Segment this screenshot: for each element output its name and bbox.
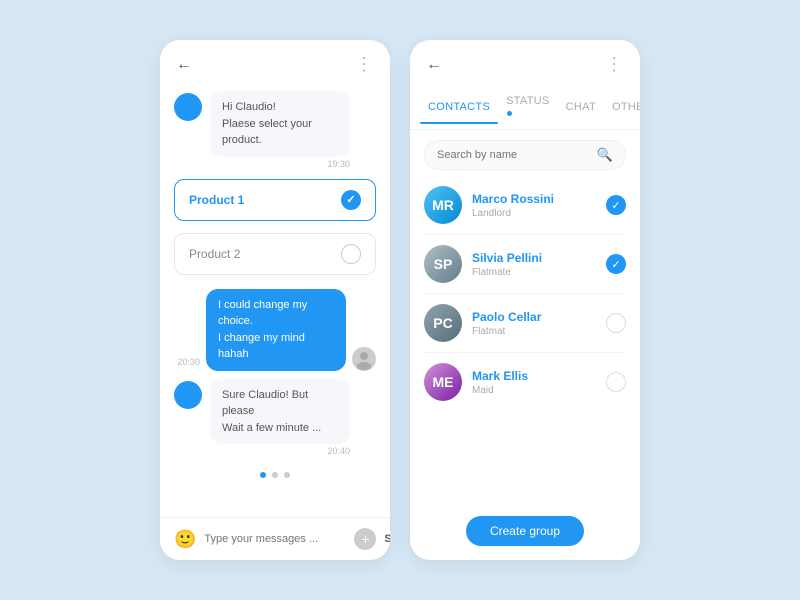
contact-info: Mark Ellis Maid [472,369,596,396]
chat-input[interactable] [204,533,346,545]
contact-role: Landlord [472,208,596,219]
contacts-list: MR Marco Rossini Landlord ✓ SP Silvia Pe… [410,176,640,506]
chat-header: ← ⋮ [160,40,390,85]
contact-item[interactable]: PC Paolo Cellar Flatmat [424,294,626,353]
chat-more-button[interactable]: ⋮ [355,54,374,75]
contact-item[interactable]: ME Mark Ellis Maid [424,353,626,411]
contact-info: Silvia Pellini Flatmate [472,251,596,278]
emoji-button[interactable]: 🙂 [174,529,196,550]
pagination-dot [272,472,278,478]
send-button[interactable]: Send [384,533,390,545]
pagination-dots [174,464,376,486]
contact-info: Paolo Cellar Flatmat [472,310,596,337]
contacts-header: ← ⋮ [410,40,640,85]
contact-check-icon: ✓ [606,254,626,274]
contact-info: Marco Rossini Landlord [472,192,596,219]
uncheck-circle [341,244,361,264]
avatar [174,381,202,409]
contact-name: Silvia Pellini [472,251,596,265]
avatar [174,93,202,121]
status-dot-icon [507,111,512,116]
contact-role: Maid [472,385,596,396]
contact-role: Flatmate [472,267,596,278]
sent-message-row: 20:30 I could change my choice.I change … [174,289,376,371]
product-option-1[interactable]: Product 1 ✓ [174,179,376,221]
search-bar: 🔍 [424,140,626,170]
create-group-button[interactable]: Create group [466,516,584,546]
contact-name: Paolo Cellar [472,310,596,324]
avatar-img [352,347,376,371]
contacts-panel: ← ⋮ CONTACTS STATUS CHAT OTHERS 🔍 MR Mar… [410,40,640,560]
message-bubble: Hi Claudio!Plaese select your product. [210,91,350,157]
product-option-2[interactable]: Product 2 [174,233,376,275]
tab-contacts[interactable]: CONTACTS [420,91,498,123]
tab-chat[interactable]: CHAT [558,91,604,123]
message-bubble-sent: I could change my choice.I change my min… [206,289,346,371]
message-time: 20:30 [177,357,200,367]
chat-input-bar: 🙂 + Send [160,517,390,560]
message-time: 19:30 [210,159,350,169]
tab-others[interactable]: OTHERS [604,91,640,123]
pagination-dot [284,472,290,478]
check-icon: ✓ [341,190,361,210]
contact-uncheck-circle [606,372,626,392]
contacts-footer: Create group [410,506,640,560]
contact-name: Mark Ellis [472,369,596,383]
add-button[interactable]: + [354,528,376,550]
contact-item[interactable]: MR Marco Rossini Landlord ✓ [424,176,626,235]
contacts-more-button[interactable]: ⋮ [605,54,624,75]
contact-uncheck-circle [606,313,626,333]
contact-name: Marco Rossini [472,192,596,206]
message-row: Sure Claudio! But pleaseWait a few minut… [174,379,376,457]
chat-back-button[interactable]: ← [176,56,192,74]
pagination-dot-active [260,472,266,478]
message-bubble: Sure Claudio! But pleaseWait a few minut… [210,379,350,445]
avatar: ME [424,363,462,401]
chat-panel: ← ⋮ Hi Claudio!Plaese select your produc… [160,40,390,560]
message-row: Hi Claudio!Plaese select your product. 1… [174,91,376,169]
chat-messages: Hi Claudio!Plaese select your product. 1… [160,85,390,517]
avatar: PC [424,304,462,342]
contact-check-icon: ✓ [606,195,626,215]
contact-item[interactable]: SP Silvia Pellini Flatmate ✓ [424,235,626,294]
tab-status[interactable]: STATUS [498,85,558,129]
contact-role: Flatmat [472,326,596,337]
search-input[interactable] [437,149,589,161]
message-time: 20:40 [210,446,350,456]
search-icon: 🔍 [597,147,613,163]
avatar: MR [424,186,462,224]
avatar: SP [424,245,462,283]
tabs-row: CONTACTS STATUS CHAT OTHERS [410,85,640,130]
contacts-back-button[interactable]: ← [426,56,442,74]
